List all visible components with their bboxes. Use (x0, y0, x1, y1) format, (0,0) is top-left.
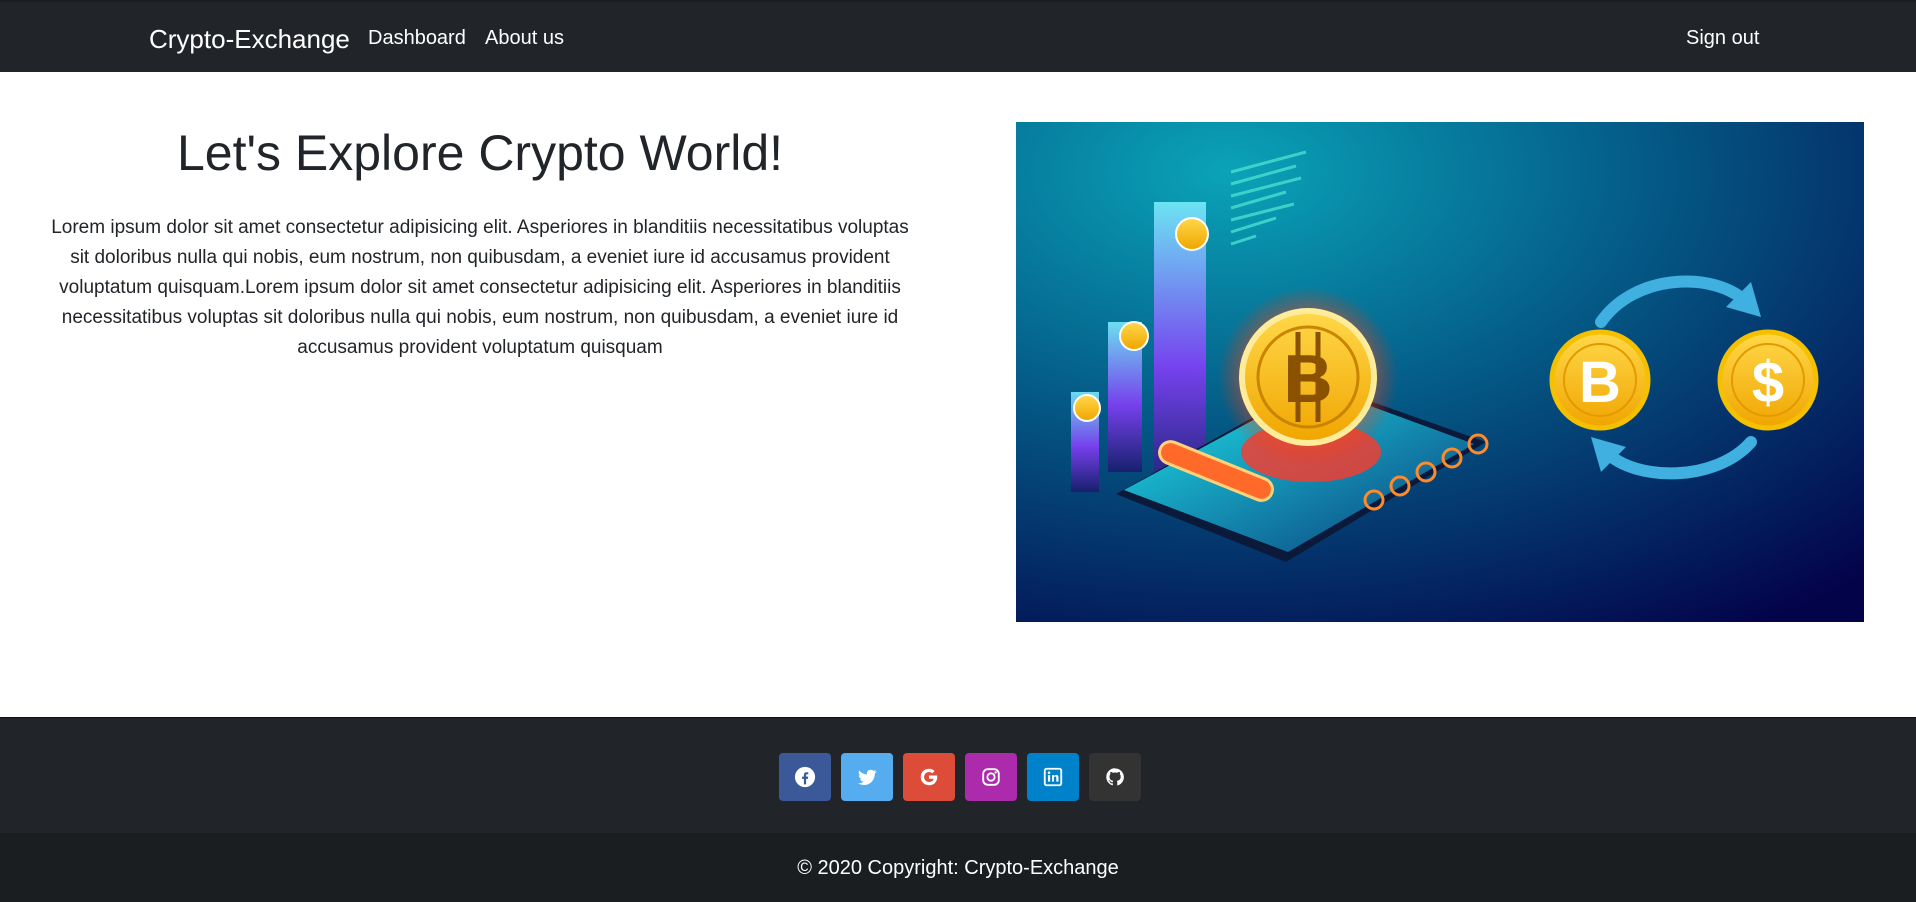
svg-text:$: $ (1752, 350, 1784, 415)
linkedin-button[interactable] (1027, 753, 1079, 801)
nav-link-about-us[interactable]: About us (485, 27, 564, 50)
hero-title: Let's Explore Crypto World! (176, 125, 784, 181)
copyright-text: © 2020 Copyright: Crypto-Exchange (797, 857, 1119, 879)
footer-social-section (0, 717, 1916, 833)
dollar-coin-icon: $ (1717, 329, 1819, 431)
brand-link[interactable]: Crypto-Exchange (149, 24, 350, 55)
instagram-button[interactable] (965, 753, 1017, 801)
twitter-icon (858, 769, 877, 785)
nav-link-dashboard[interactable]: Dashboard (368, 27, 466, 50)
github-button[interactable] (1089, 753, 1141, 801)
bitcoin-exchange-coin-icon: B (1549, 329, 1651, 431)
twitter-button[interactable] (841, 753, 893, 801)
copyright-bar: © 2020 Copyright: Crypto-Exchange (0, 833, 1916, 902)
svg-text:B: B (1283, 341, 1332, 417)
linkedin-icon (1043, 767, 1063, 787)
github-icon (1106, 768, 1124, 786)
sign-out-link[interactable]: Sign out (1686, 27, 1759, 50)
crypto-hero-image: B B $ (1016, 122, 1864, 622)
bitcoin-coin-icon: B (1218, 287, 1398, 482)
instagram-icon (982, 768, 1000, 786)
svg-text:B: B (1579, 350, 1621, 415)
hero-text: Lorem ipsum dolor sit amet consectetur a… (51, 217, 909, 358)
facebook-icon (794, 766, 816, 788)
google-button[interactable] (903, 753, 955, 801)
navbar: Crypto-Exchange Dashboard About us Sign … (0, 0, 1916, 72)
facebook-button[interactable] (779, 753, 831, 801)
google-icon (920, 768, 938, 786)
